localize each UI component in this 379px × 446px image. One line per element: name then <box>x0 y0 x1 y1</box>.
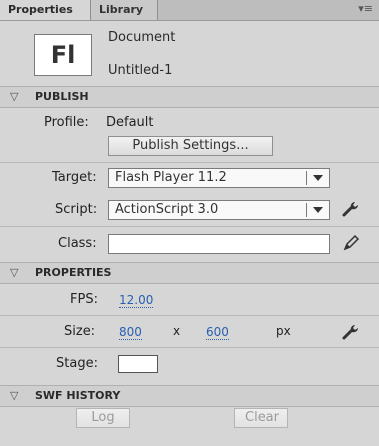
profile-value: Default <box>106 115 154 130</box>
wrench-icon[interactable] <box>341 322 361 342</box>
target-dropdown[interactable]: Flash Player 11.2 <box>108 168 330 188</box>
divider <box>0 315 379 316</box>
tab-library[interactable]: Library <box>91 0 158 20</box>
size-label: Size: <box>64 324 96 339</box>
publish-section-title: PUBLISH <box>35 90 89 103</box>
height-value[interactable]: 600 <box>206 325 229 340</box>
divider <box>0 347 379 348</box>
script-dropdown-value: ActionScript 3.0 <box>115 202 219 217</box>
properties-section-header[interactable]: ▽ PROPERTIES <box>0 262 379 284</box>
dropdown-separator <box>306 171 307 185</box>
target-dropdown-value: Flash Player 11.2 <box>115 170 227 185</box>
publish-settings-button[interactable]: Publish Settings... <box>108 136 273 156</box>
size-unit-label: px <box>276 324 291 338</box>
size-x-label: x <box>173 324 181 338</box>
chevron-down-icon: ▽ <box>10 90 19 103</box>
document-name: Untitled-1 <box>108 63 173 78</box>
divider <box>0 162 379 163</box>
script-label: Script: <box>55 202 98 217</box>
tab-properties[interactable]: Properties <box>0 0 91 20</box>
document-icon-text: Fl <box>50 41 76 69</box>
profile-label: Profile: <box>44 115 89 130</box>
chevron-down-icon <box>313 175 323 181</box>
wrench-icon[interactable] <box>341 199 361 219</box>
document-info: Fl Document Untitled-1 <box>0 20 379 88</box>
class-input[interactable] <box>108 234 330 254</box>
document-type-label: Document <box>108 30 176 45</box>
chevron-down-icon: ▽ <box>10 389 19 402</box>
swf-history-section-title: SWF HISTORY <box>35 389 121 402</box>
script-dropdown[interactable]: ActionScript 3.0 <box>108 200 330 220</box>
width-value[interactable]: 800 <box>119 325 142 340</box>
stage-color-swatch[interactable] <box>118 355 158 373</box>
flash-document-icon: Fl <box>34 34 92 76</box>
log-button[interactable]: Log <box>76 408 130 428</box>
fps-label: FPS: <box>70 292 98 307</box>
chevron-down-icon: ▽ <box>10 266 19 279</box>
fps-value[interactable]: 12.00 <box>119 293 154 308</box>
panel-menu-icon[interactable]: ▾≡ <box>358 2 373 15</box>
target-label: Target: <box>52 170 97 185</box>
clear-button[interactable]: Clear <box>234 408 288 428</box>
class-label: Class: <box>58 236 97 251</box>
publish-section-header[interactable]: ▽ PUBLISH <box>0 86 379 108</box>
properties-section-title: PROPERTIES <box>35 266 112 279</box>
dropdown-separator <box>306 203 307 217</box>
pencil-icon[interactable] <box>341 233 361 253</box>
swf-history-section-header[interactable]: ▽ SWF HISTORY <box>0 385 379 407</box>
stage-label: Stage: <box>56 356 98 371</box>
tab-bar: Properties Library ▾≡ <box>0 0 379 21</box>
properties-panel: Properties Library ▾≡ Fl Document Untitl… <box>0 0 379 446</box>
divider <box>0 226 379 227</box>
chevron-down-icon <box>313 207 323 213</box>
